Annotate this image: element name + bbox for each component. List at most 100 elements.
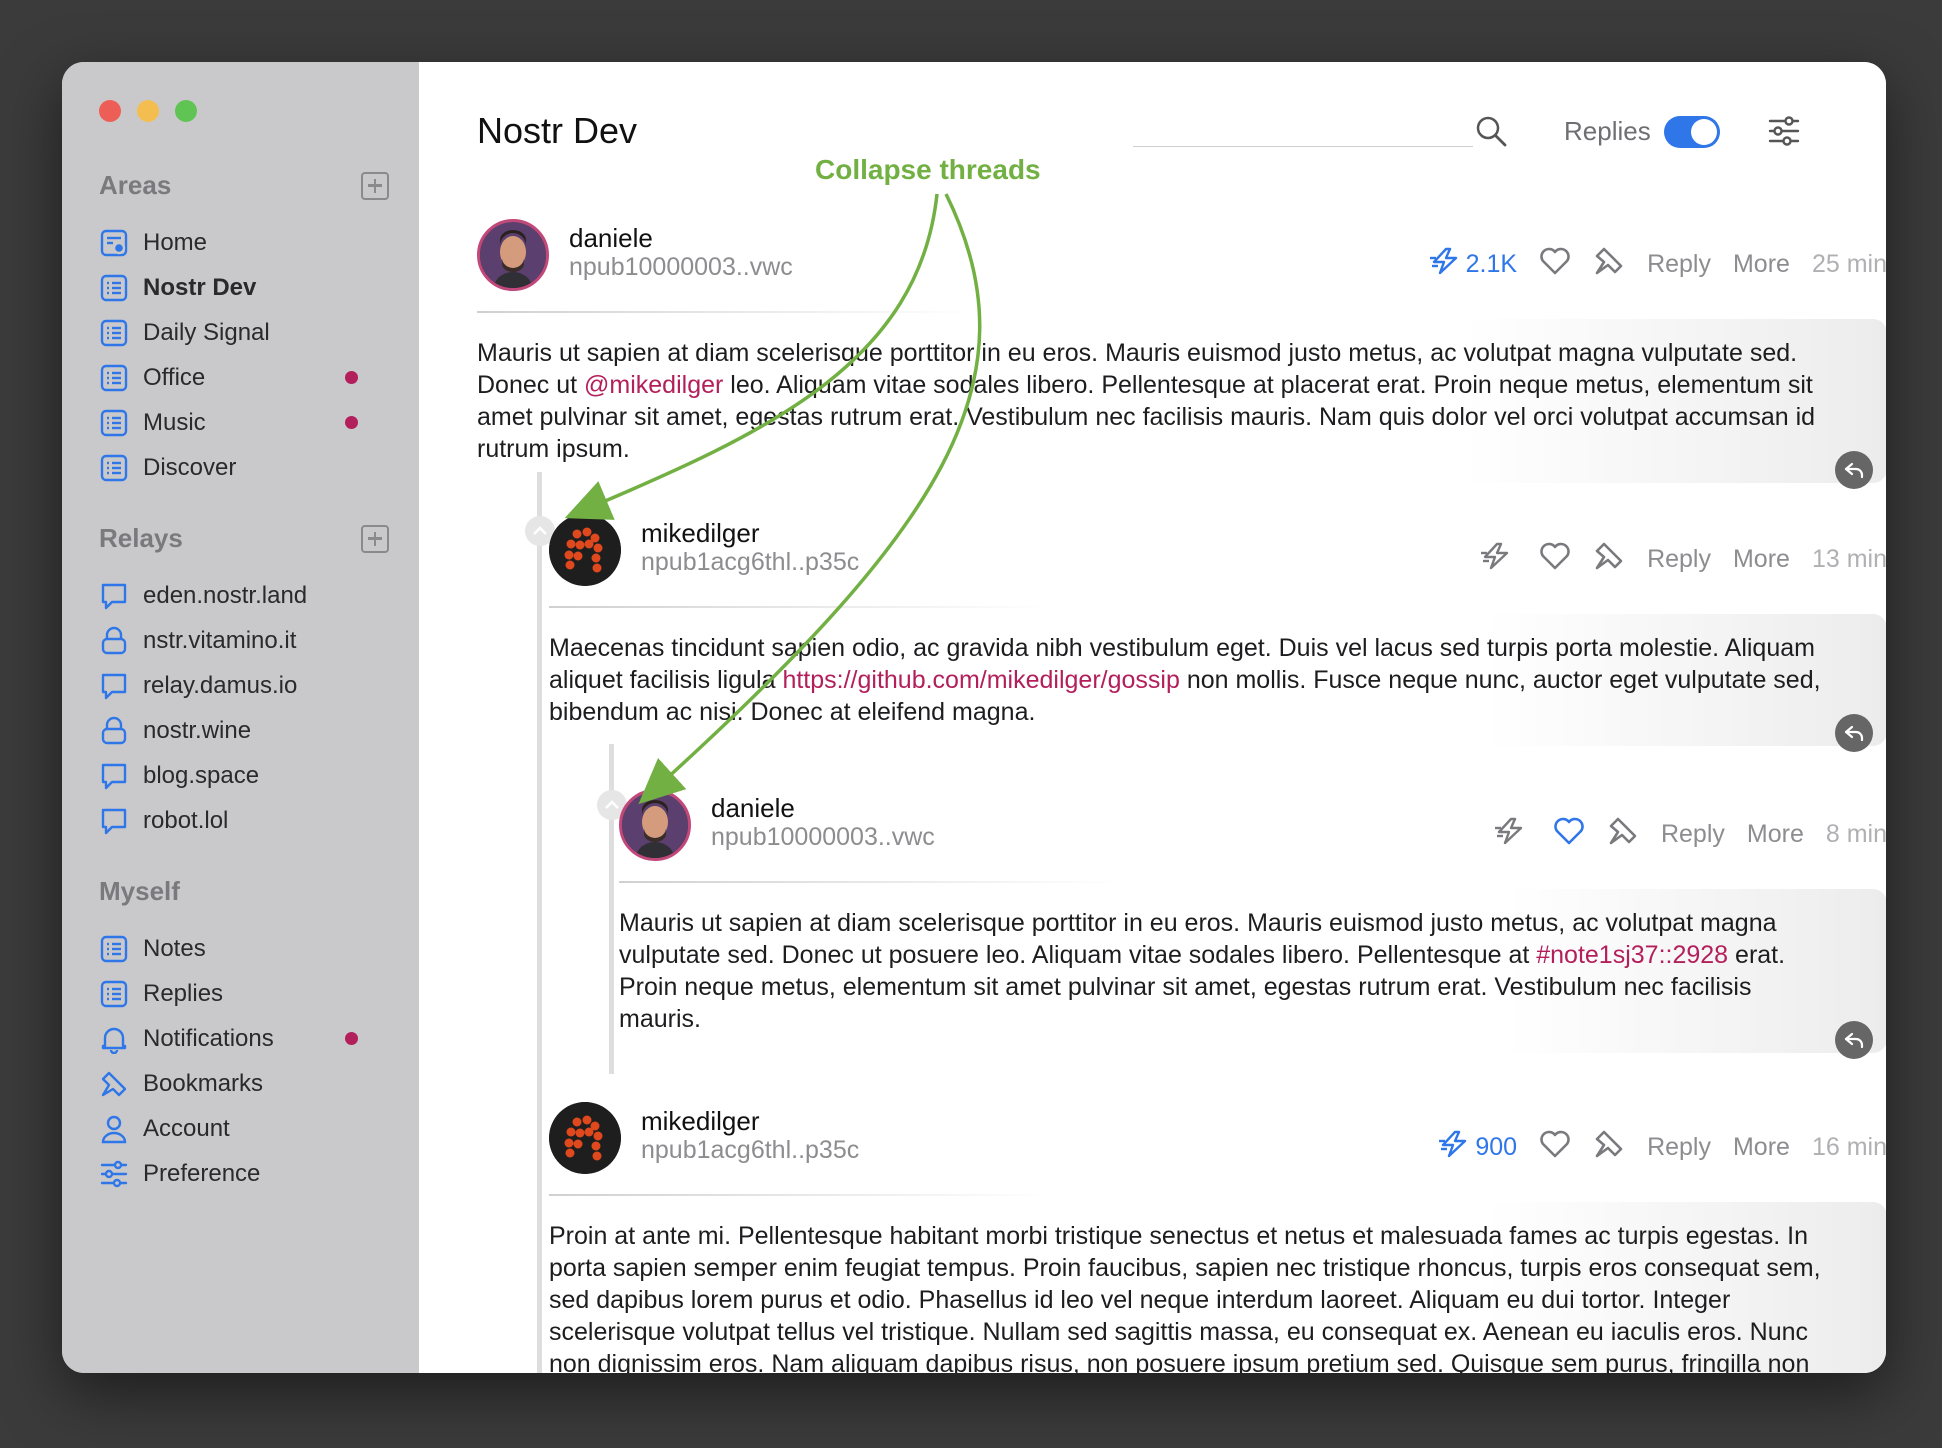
lock-icon [99,626,129,656]
like-button[interactable] [1539,541,1571,578]
avatar[interactable] [549,514,621,586]
sidebar-item-relay-damus-io[interactable]: relay.damus.io [99,663,399,708]
add-relay-button[interactable] [361,524,389,553]
chat-bubble-icon [99,806,129,836]
author-name[interactable]: mikedilger [641,1106,760,1137]
bookmark-button[interactable] [1607,815,1639,854]
sidebar-item-eden-nostr-land[interactable]: eden.nostr.land [99,573,399,618]
post-time: 25 min [1811,250,1886,278]
close-window-button[interactable] [99,100,121,122]
sidebar-item-label: Notes [143,934,206,962]
divider [477,311,977,313]
relays-list: eden.nostr.land nstr.vitamino.it relay.dam… [99,573,399,843]
bookmark-button[interactable] [1593,1128,1625,1167]
like-button[interactable] [1539,246,1571,283]
search-input[interactable] [1133,146,1473,147]
post-card: daniele npub10000003..vwc 2.1K Reply More 25 … [477,219,1886,489]
post-actions: 2.1K Reply More 25 min [1406,245,1886,284]
more-button[interactable]: More [1747,820,1804,849]
sidebar-item-replies[interactable]: Replies [99,971,399,1016]
sidebar-item-label: blog.space [143,761,260,789]
sidebar-item-label: Preference [143,1159,261,1187]
author-name[interactable]: daniele [711,793,795,824]
quick-reply-icon[interactable] [1835,714,1873,752]
sidebar-item-label: Music [143,408,206,436]
list-icon [99,979,129,1009]
reply-button[interactable]: Reply [1647,545,1711,574]
sidebar-item-label: nstr.vitamino.it [143,626,297,654]
author-npub: npub1acg6thl..p35c [641,1136,860,1164]
zap-button[interactable] [1479,541,1517,578]
sidebar-item-daily-signal[interactable]: Daily Signal [99,310,399,355]
zap-button[interactable]: 900 [1437,1129,1517,1166]
post-card: mikedilger npub1acg6thl..p35c 900 Reply More… [549,1102,1886,1373]
post-time: 16 min [1811,1133,1886,1161]
chat-bubble-icon [99,581,129,611]
avatar[interactable] [549,1102,621,1174]
more-button[interactable]: More [1733,250,1790,279]
sidebar-item-discover[interactable]: Discover [99,445,399,490]
more-button[interactable]: More [1733,1133,1790,1162]
divider [549,1194,1049,1196]
filter-settings-icon[interactable] [1767,114,1801,153]
zoom-window-button[interactable] [175,100,197,122]
sidebar-item-account[interactable]: Account [99,1106,399,1151]
author-npub: npub10000003..vwc [711,823,935,851]
sidebar-item-bookmarks[interactable]: Bookmarks [99,1061,399,1106]
author-name[interactable]: daniele [569,223,653,254]
more-button[interactable]: More [1733,545,1790,574]
sidebar-item-nostr-dev[interactable]: Nostr Dev [99,265,399,310]
sidebar-item-nostr-wine[interactable]: nostr.wine [99,708,399,753]
bookmark-button[interactable] [1593,245,1625,284]
quick-reply-icon[interactable] [1835,451,1873,489]
areas-list: Home Nostr Dev Daily Signal Office Music Disc… [99,220,399,490]
bell-icon [99,1024,129,1054]
sidebar-item-label: relay.damus.io [143,671,298,699]
like-button[interactable] [1539,1129,1571,1166]
post-content: Mauris ut sapien at diam scelerisque por… [619,889,1886,1059]
sidebar-item-preference[interactable]: Preference [99,1151,399,1196]
sidebar-item-label: Discover [143,453,237,481]
post-card: daniele npub10000003..vwc Reply More 8 min Ma… [619,789,1886,1059]
post-link[interactable]: #note1sj37::2928 [1536,941,1728,969]
sidebar-item-nstr-vitamino-it[interactable]: nstr.vitamino.it [99,618,399,663]
post-content: Mauris ut sapien at diam scelerisque por… [477,319,1886,489]
zap-button[interactable] [1493,816,1531,853]
thread-line [537,472,542,1373]
post-card: mikedilger npub1acg6thl..p35c Reply More 13 … [549,514,1886,774]
sidebar-item-blog-space[interactable]: blog.space [99,753,399,798]
areas-header: Areas [99,170,389,201]
avatar[interactable] [619,789,691,861]
zap-icon [1437,1129,1471,1166]
zap-button[interactable]: 2.1K [1428,246,1517,283]
post-content: Proin at ante mi. Pellentesque habitant … [549,1202,1886,1373]
sidebar-item-notifications[interactable]: Notifications [99,1016,399,1061]
post-link[interactable]: https://github.com/mikedilger/gossip [782,666,1179,694]
author-name[interactable]: mikedilger [641,518,760,549]
post-link[interactable]: @mikedilger [584,371,723,399]
list-icon [99,408,129,438]
bookmark-button[interactable] [1593,540,1625,579]
sidebar-item-music[interactable]: Music [99,400,399,445]
home-list-icon [99,228,129,258]
reply-button[interactable]: Reply [1647,1133,1711,1162]
minimize-window-button[interactable] [137,100,159,122]
sidebar-item-label: Office [143,363,206,391]
sidebar-item-label: Account [143,1114,230,1142]
like-button[interactable] [1553,816,1585,853]
window-controls [99,100,197,122]
reply-button[interactable]: Reply [1661,820,1725,849]
replies-toggle[interactable] [1664,116,1720,148]
zap-icon [1479,541,1513,578]
sidebar-item-robot-lol[interactable]: robot.lol [99,798,399,843]
add-area-button[interactable] [361,171,389,200]
quick-reply-icon[interactable] [1835,1021,1873,1059]
search-icon[interactable] [1474,114,1508,153]
sidebar-item-office[interactable]: Office [99,355,399,400]
sidebar-item-notes[interactable]: Notes [99,926,399,971]
avatar[interactable] [477,219,549,291]
list-icon [99,273,129,303]
person-icon [99,1114,129,1144]
sidebar-item-home[interactable]: Home [99,220,399,265]
reply-button[interactable]: Reply [1647,250,1711,279]
